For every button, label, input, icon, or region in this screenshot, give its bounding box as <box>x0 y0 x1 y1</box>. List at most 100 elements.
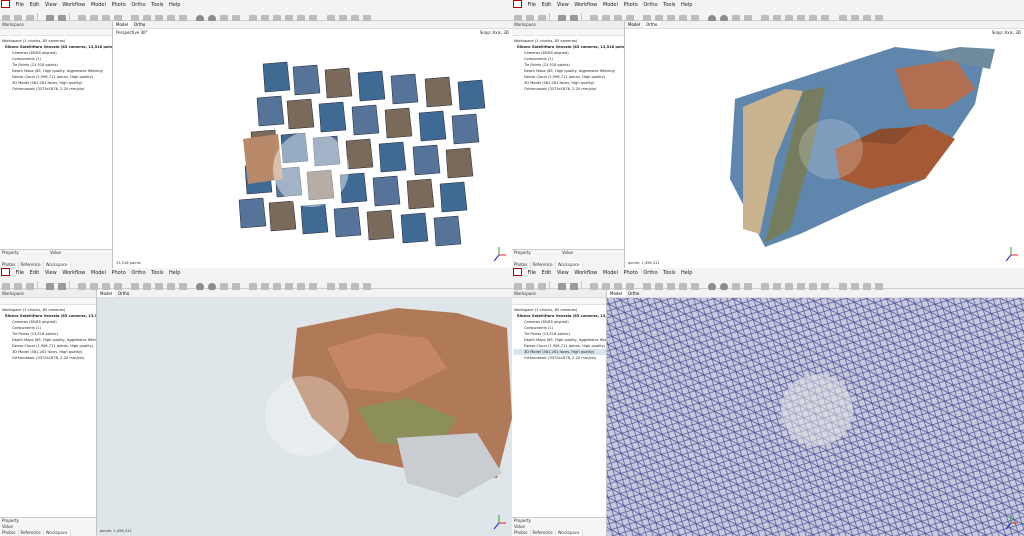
workspace-tree: Workspace (1 chunks, 85 cameras) Ribeco … <box>512 36 624 92</box>
camera-frame[interactable] <box>366 209 395 241</box>
workspace-header: Workspace <box>512 21 624 29</box>
tab-ortho[interactable]: Ortho <box>131 21 148 28</box>
camera-frame[interactable] <box>439 181 468 213</box>
workspace-header: Workspace <box>0 21 112 29</box>
camera-frame[interactable] <box>424 76 453 108</box>
toolbar-separator <box>581 281 583 289</box>
property-panel: PropertyValue PhotosReferenceWorkspace <box>0 517 96 536</box>
dense-cloud-render <box>97 298 512 536</box>
camera-frame[interactable] <box>390 73 419 105</box>
camera-frames-scene <box>238 61 486 247</box>
menu-bar: File Edit View Workflow Model Photo Orth… <box>0 0 512 8</box>
workspace-toolbar <box>512 298 606 305</box>
mesh-viewport[interactable]: Model Ortho <box>607 290 1024 536</box>
workspace-panel: Workspace Workspace (1 chunks, 85 camera… <box>512 21 625 268</box>
orthomosaic-image <box>730 47 995 247</box>
window-mesh-view: File Edit View Workflow Model Photo Orth… <box>512 268 1024 536</box>
axis-indicator-icon <box>1005 515 1018 530</box>
tab-ortho[interactable]: Ortho <box>643 21 661 28</box>
camera-frame[interactable] <box>412 144 441 176</box>
ortho-viewport[interactable]: Model Ortho Snap: Axis, 3D points: 1,496,… <box>625 21 1024 268</box>
tab-ortho[interactable]: Ortho <box>625 290 642 297</box>
camera-frame[interactable] <box>351 104 380 136</box>
property-panel: PropertyValue PhotosReferenceWorkspace <box>512 517 606 536</box>
camera-frame[interactable] <box>268 200 297 232</box>
camera-frame[interactable] <box>345 138 374 170</box>
camera-frame[interactable] <box>378 141 407 173</box>
tab-photos[interactable]: Photos <box>512 530 531 536</box>
tab-workspace[interactable]: Workspace <box>43 530 71 536</box>
axis-indicator-icon <box>1005 247 1018 262</box>
workspace-panel: Workspace Workspace (1 chunks, 85 camera… <box>512 290 607 536</box>
rotation-sphere <box>265 376 349 456</box>
status-text: 13,518 points <box>116 261 141 265</box>
workspace-header: Workspace <box>0 290 96 298</box>
camera-frame[interactable] <box>406 178 435 210</box>
tree-orthomosaic[interactable]: Orthomosaic (3375x1876, 2.20 mm/pix) <box>514 86 624 92</box>
workspace-tree: Workspace (1 chunks, 85 cameras) Ribeco … <box>512 305 606 361</box>
menu-bar: File Edit View Workflow Model Photo Orth… <box>512 0 1024 8</box>
camera-frame[interactable] <box>238 197 267 229</box>
tab-model[interactable]: Model <box>97 290 116 297</box>
toolbar-separator <box>37 13 38 21</box>
toolbar-separator <box>69 13 71 21</box>
tree-orthomosaic[interactable]: Orthomosaic (3375x1876, 2.20 mm/pix) <box>514 355 606 361</box>
toolbar <box>0 276 512 291</box>
camera-frame[interactable] <box>384 107 413 139</box>
camera-frame[interactable] <box>445 147 474 179</box>
tree-orthomosaic[interactable]: Orthomosaic (3375x1876, 2.20 mm/pix) <box>2 86 112 92</box>
property-header: Property <box>514 250 531 255</box>
camera-frame[interactable] <box>292 64 321 96</box>
window-cameras-view: File Edit View Workflow Model Photo Orth… <box>0 0 512 268</box>
toolbar-separator <box>549 281 550 289</box>
toolbar <box>0 8 512 23</box>
tab-reference[interactable]: Reference <box>19 530 44 536</box>
camera-frame[interactable] <box>262 61 291 93</box>
workspace-toolbar <box>0 298 96 305</box>
camera-frame[interactable] <box>433 215 462 247</box>
camera-frame[interactable] <box>451 113 480 145</box>
camera-frame[interactable] <box>457 79 486 111</box>
workspace-toolbar <box>512 29 624 36</box>
axis-indicator-icon <box>493 515 506 530</box>
rotation-sphere <box>781 374 853 446</box>
camera-frame[interactable] <box>333 206 362 238</box>
window-dense-cloud-view: File Edit View Workflow Model Photo Orth… <box>0 268 512 536</box>
camera-frame[interactable] <box>300 203 329 235</box>
property-panel: PropertyValue PhotosReferenceWorkspace <box>0 249 112 268</box>
camera-frame[interactable] <box>286 98 315 130</box>
workspace-panel: Workspace Workspace (1 chunks, 85 camera… <box>0 21 113 268</box>
status-text: points: 1,496,311 <box>100 529 132 533</box>
wireframe-mesh <box>607 298 1024 536</box>
camera-frame[interactable] <box>418 110 447 142</box>
tab-photos[interactable]: Photos <box>0 530 19 536</box>
app-icon <box>1 0 10 8</box>
rotation-sphere <box>799 119 863 179</box>
menu-bar: File Edit View Workflow Model Photo Orth… <box>0 268 512 276</box>
workspace-header: Workspace <box>512 290 606 298</box>
camera-frame[interactable] <box>372 175 401 207</box>
model-viewport[interactable]: Model Ortho Perspective 30° Snap: Axis, 3… <box>113 21 512 268</box>
camera-frame[interactable] <box>256 95 285 127</box>
toolbar-separator <box>581 13 583 21</box>
menu-bar: File Edit View Workflow Model Photo Orth… <box>512 268 1024 276</box>
dense-cloud-viewport[interactable]: ModelOrtho Perspective 30° points: 1,496… <box>97 290 512 536</box>
camera-frame[interactable] <box>324 67 353 99</box>
tab-reference[interactable]: Reference <box>531 530 556 536</box>
tab-ortho[interactable]: Ortho <box>115 290 132 297</box>
value-header: Value <box>562 250 573 255</box>
camera-frame[interactable] <box>357 70 386 102</box>
tab-model[interactable]: Model <box>625 21 643 28</box>
tab-model[interactable]: Model <box>113 21 132 28</box>
toolbar <box>512 276 1024 291</box>
tab-workspace[interactable]: Workspace <box>555 530 583 536</box>
camera-frame[interactable] <box>400 212 429 244</box>
workspace-toolbar <box>0 29 112 36</box>
tab-model[interactable]: Model <box>607 290 626 297</box>
camera-frame[interactable] <box>318 101 347 133</box>
tree-orthomosaic[interactable]: Orthomosaic (3375x1876, 2.20 mm/pix) <box>2 355 96 361</box>
workspace-tree: Workspace (1 chunks, 85 cameras) Ribeco … <box>0 305 96 361</box>
axis-indicator-icon <box>493 247 506 262</box>
value-header: Value <box>50 250 61 255</box>
status-text: points: 1,496,311 <box>628 261 660 265</box>
